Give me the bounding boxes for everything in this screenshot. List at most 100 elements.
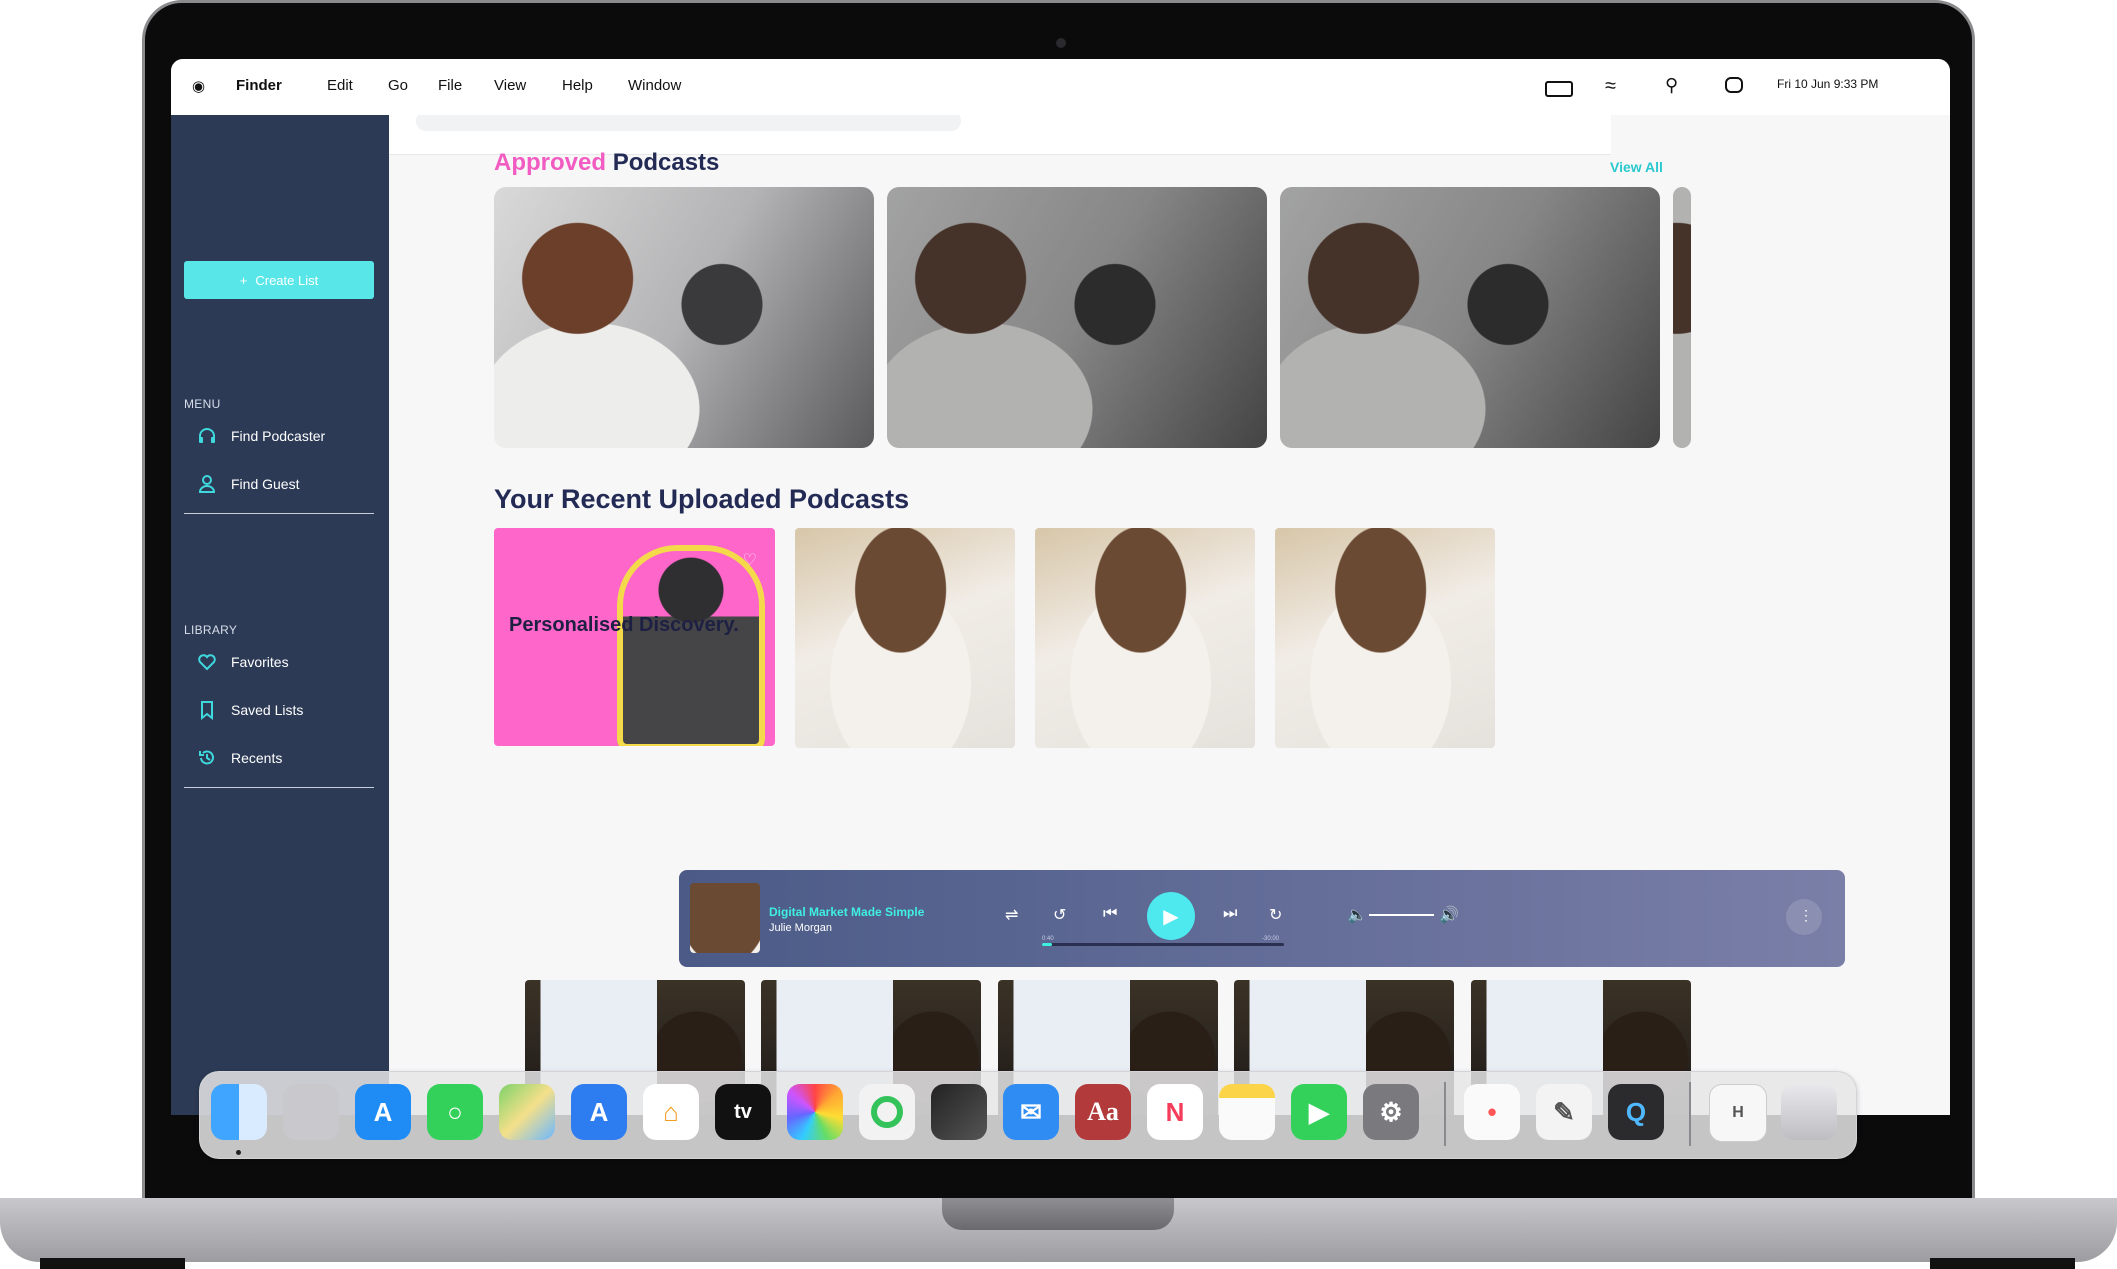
- sidebar-item-recents[interactable]: Recents: [197, 743, 282, 773]
- track-artwork: [690, 883, 760, 953]
- battery-icon[interactable]: [1545, 81, 1573, 97]
- more-options-button[interactable]: ⋮: [1786, 899, 1822, 935]
- document-icon[interactable]: H: [1709, 1084, 1767, 1142]
- track-artist[interactable]: Julie Morgan: [769, 922, 832, 934]
- plus-icon: +: [239, 272, 248, 288]
- menu-section-label: MENU: [184, 397, 221, 411]
- wifi-icon[interactable]: ≈: [1605, 75, 1616, 98]
- recent-podcast-card[interactable]: [1035, 528, 1255, 748]
- home-icon[interactable]: ⌂: [643, 1084, 699, 1140]
- podcast-card[interactable]: [1280, 187, 1660, 448]
- camera: [1056, 38, 1066, 48]
- sidebar-item-find-podcaster[interactable]: Find Podcaster: [197, 421, 325, 451]
- divider: [184, 513, 374, 514]
- podcast-card[interactable]: [494, 187, 874, 448]
- photos-icon[interactable]: [787, 1084, 843, 1140]
- previous-icon[interactable]: ⏮: [1103, 905, 1117, 923]
- apple-tv-label: tv: [734, 1100, 752, 1123]
- heart-icon: [197, 652, 217, 672]
- podcast-card[interactable]: [887, 187, 1267, 448]
- sidebar: + Create List MENU Find Podcaster Find G…: [171, 115, 389, 1115]
- promo-card[interactable]: Personalised Discovery. ♡: [494, 528, 775, 746]
- dictionary-icon[interactable]: Aa: [1075, 1084, 1131, 1140]
- play-button[interactable]: ▶: [1147, 892, 1195, 940]
- heart-icon[interactable]: ♡: [743, 550, 757, 570]
- sidebar-item-label: Favorites: [231, 654, 289, 670]
- reminders-icon[interactable]: •: [1464, 1084, 1520, 1140]
- promo-image: [617, 545, 765, 746]
- music-player: Digital Market Made Simple Julie Morgan …: [679, 870, 1845, 967]
- app-store-icon[interactable]: A: [355, 1084, 411, 1140]
- library-section-label: LIBRARY: [184, 623, 238, 637]
- clock[interactable]: Fri 10 Jun 9:33 PM: [1777, 77, 1878, 91]
- sidebar-item-label: Recents: [231, 750, 283, 766]
- facetime-icon[interactable]: ▶: [1291, 1084, 1347, 1140]
- quicktime-icon[interactable]: Q: [1608, 1084, 1664, 1140]
- maps-icon[interactable]: [499, 1084, 555, 1140]
- dock: A ○ A ⌂ tv ✉ Aa N ▶ ⚙ • ✎ Q H: [199, 1071, 1857, 1159]
- recent-podcast-card[interactable]: [1275, 528, 1495, 748]
- podcast-card[interactable]: [1673, 187, 1691, 448]
- bookmark-icon: [197, 700, 217, 720]
- next-icon[interactable]: ⏭: [1223, 905, 1237, 923]
- view-all-link[interactable]: View All: [1610, 159, 1663, 175]
- recent-podcast-card[interactable]: [795, 528, 1015, 748]
- volume-high-icon[interactable]: 🔊: [1439, 905, 1459, 925]
- approved-title: Approved Podcasts: [494, 149, 719, 177]
- sidebar-item-label: Find Podcaster: [231, 428, 326, 444]
- create-list-label: Create List: [255, 272, 319, 288]
- finder-icon[interactable]: [211, 1084, 267, 1140]
- promo-text: Personalised Discovery.: [509, 614, 739, 636]
- sidebar-item-find-guest[interactable]: Find Guest: [197, 469, 299, 499]
- dictionary-label: Aa: [1087, 1097, 1119, 1126]
- track-title[interactable]: Digital Market Made Simple: [769, 905, 924, 919]
- kebab-icon: ⋮: [1799, 907, 1813, 923]
- running-indicator: [236, 1150, 241, 1155]
- final-cut-icon[interactable]: [931, 1084, 987, 1140]
- menu-help[interactable]: Help: [562, 77, 593, 94]
- messages-icon[interactable]: ○: [427, 1084, 483, 1140]
- progress-bar[interactable]: [1042, 943, 1284, 946]
- time-total: -30:00: [1262, 936, 1280, 942]
- rewind-10-icon[interactable]: ↺: [1053, 905, 1066, 925]
- laptop-foot: [1930, 1258, 2075, 1269]
- launchpad-icon[interactable]: [283, 1084, 339, 1140]
- apple-tv-icon[interactable]: tv: [715, 1084, 771, 1140]
- dock-separator: [1689, 1082, 1691, 1146]
- sidebar-item-favorites[interactable]: Favorites: [197, 647, 289, 677]
- menu-file[interactable]: File: [438, 77, 462, 94]
- screen: ◉ Finder Edit Go File View Help Window ≈…: [171, 59, 1950, 1115]
- forward-10-icon[interactable]: ↻: [1269, 905, 1282, 925]
- mail-icon[interactable]: ✉: [1003, 1084, 1059, 1140]
- approved-title-accent: Approved: [494, 149, 607, 176]
- news-icon[interactable]: N: [1147, 1084, 1203, 1140]
- menu-go[interactable]: Go: [388, 77, 408, 94]
- sidebar-item-label: Saved Lists: [231, 702, 304, 718]
- xcode-icon[interactable]: A: [571, 1084, 627, 1140]
- search-icon[interactable]: ⚲: [1665, 75, 1678, 96]
- notes-icon[interactable]: [1219, 1084, 1275, 1140]
- create-list-button[interactable]: + Create List: [184, 261, 374, 299]
- control-center-icon[interactable]: [1725, 77, 1743, 93]
- time-current: 0:40: [1042, 936, 1054, 942]
- textedit-icon[interactable]: ✎: [1536, 1084, 1592, 1140]
- shuffle-icon[interactable]: ⇌: [1005, 905, 1018, 925]
- find-my-icon[interactable]: [859, 1084, 915, 1140]
- menu-app-name[interactable]: Finder: [236, 77, 282, 94]
- trash-icon[interactable]: [1781, 1084, 1837, 1140]
- sidebar-item-saved-lists[interactable]: Saved Lists: [197, 695, 303, 725]
- menu-edit[interactable]: Edit: [327, 77, 353, 94]
- volume-slider[interactable]: [1369, 914, 1434, 916]
- dock-separator: [1444, 1082, 1446, 1146]
- recent-title: Your Recent Uploaded Podcasts: [494, 484, 910, 514]
- laptop-notch: [942, 1198, 1174, 1230]
- menu-window[interactable]: Window: [628, 77, 681, 94]
- progress-fill: [1042, 943, 1052, 946]
- history-icon: [197, 748, 217, 768]
- system-settings-icon[interactable]: ⚙: [1363, 1084, 1419, 1140]
- apple-menu-icon[interactable]: ◉: [192, 77, 205, 95]
- divider: [184, 787, 374, 788]
- volume-low-icon[interactable]: 🔈: [1347, 905, 1367, 925]
- menu-view[interactable]: View: [494, 77, 526, 94]
- laptop-foot: [40, 1258, 185, 1269]
